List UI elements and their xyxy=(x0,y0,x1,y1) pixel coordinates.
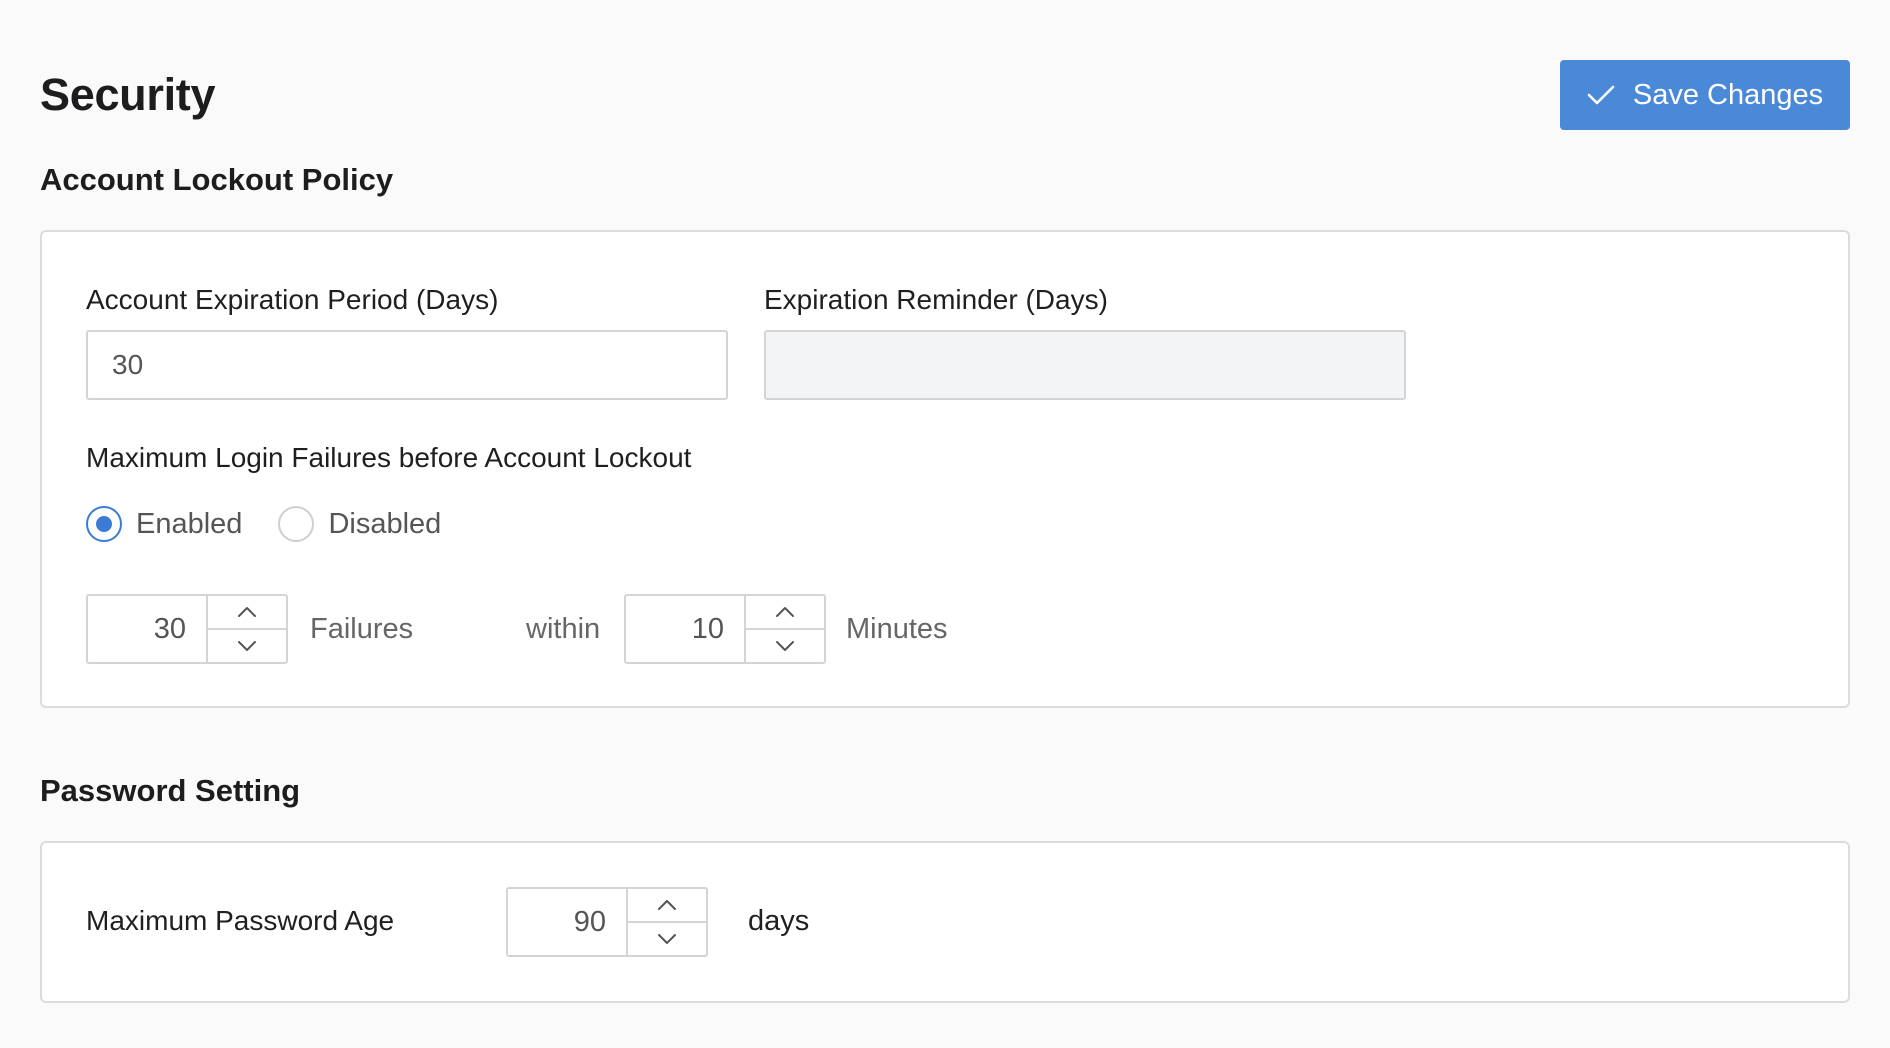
max-login-failures-label: Maximum Login Failures before Account Lo… xyxy=(86,442,692,473)
expiration-period-label: Account Expiration Period (Days) xyxy=(86,284,499,315)
lockout-section-title: Account Lockout Policy xyxy=(40,162,394,197)
chevron-up-icon xyxy=(776,607,794,617)
security-settings-page: Security Save Changes Account Lockout Po… xyxy=(0,0,1890,1048)
password-age-decrement-button[interactable] xyxy=(628,923,706,955)
password-setting-panel: Maximum Password Age days xyxy=(40,841,1850,1003)
password-section-title: Password Setting xyxy=(40,773,301,808)
chevron-up-icon xyxy=(238,607,256,617)
max-password-age-label: Maximum Password Age xyxy=(86,905,395,936)
failures-input[interactable] xyxy=(88,596,208,662)
expiration-reminder-input xyxy=(764,330,1406,400)
page-title: Security xyxy=(40,69,216,120)
expiration-period-input[interactable] xyxy=(86,330,728,400)
password-age-stepper-buttons xyxy=(628,889,706,955)
password-age-input[interactable] xyxy=(508,889,628,955)
radio-disabled[interactable]: Disabled xyxy=(278,506,441,542)
lockout-radio-group: Enabled Disabled xyxy=(86,506,477,542)
chevron-down-icon xyxy=(238,641,256,651)
radio-disabled-label: Disabled xyxy=(328,507,442,540)
chevron-down-icon xyxy=(776,641,794,651)
lockout-policy-panel: Account Expiration Period (Days) Expirat… xyxy=(40,230,1850,708)
within-label: within xyxy=(526,613,601,645)
expiration-reminder-label: Expiration Reminder (Days) xyxy=(764,284,1108,315)
minutes-input[interactable] xyxy=(626,596,746,662)
failures-unit-label: Failures xyxy=(310,613,414,645)
radio-disabled-indicator[interactable] xyxy=(278,506,315,542)
password-age-increment-button[interactable] xyxy=(628,889,706,923)
radio-enabled[interactable]: Enabled xyxy=(86,506,242,542)
radio-enabled-indicator[interactable] xyxy=(86,506,122,542)
minutes-increment-button[interactable] xyxy=(746,596,824,630)
failures-stepper xyxy=(86,594,288,664)
chevron-up-icon xyxy=(658,900,676,910)
failures-stepper-buttons xyxy=(208,596,286,662)
save-changes-label: Save Changes xyxy=(1632,78,1824,111)
password-age-unit-label: days xyxy=(748,905,810,937)
password-age-stepper xyxy=(506,887,708,957)
minutes-stepper-buttons xyxy=(746,596,824,662)
failures-decrement-button[interactable] xyxy=(208,630,286,662)
minutes-unit-label: Minutes xyxy=(846,613,948,645)
minutes-stepper xyxy=(624,594,826,664)
radio-enabled-label: Enabled xyxy=(136,507,243,540)
chevron-down-icon xyxy=(658,934,676,944)
failures-increment-button[interactable] xyxy=(208,596,286,630)
minutes-decrement-button[interactable] xyxy=(746,630,824,662)
page-header: Security Save Changes xyxy=(40,60,1850,130)
save-changes-button[interactable]: Save Changes xyxy=(1560,60,1850,130)
checkmark-icon xyxy=(1587,84,1615,106)
